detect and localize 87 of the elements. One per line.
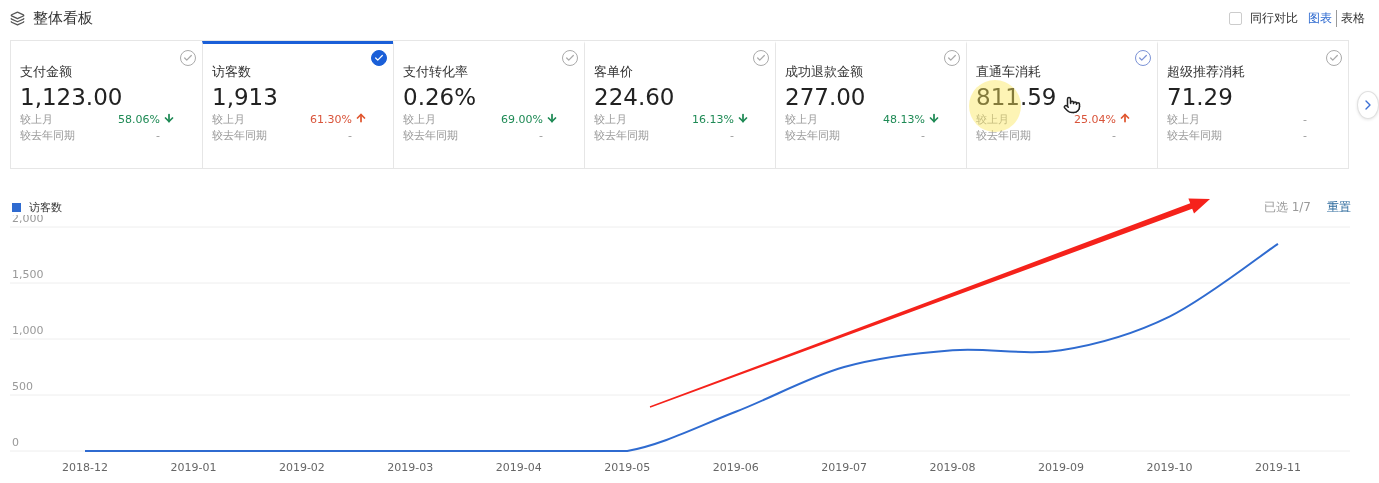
legend-swatch [12,202,21,212]
metric-value: 224.60 [594,83,675,112]
check-icon[interactable] [180,50,196,66]
y-tick-label: 1,500 [12,268,44,281]
compare-value: - [729,128,734,144]
metric-value: 71.29 [1167,83,1233,112]
compare-label: 较上月 [785,112,819,128]
compare-value: 25.04% [1073,112,1116,128]
compare-value: - [920,128,925,144]
metric-card[interactable]: 超级推荐消耗 71.29 较上月 - 较去年同期 - [1157,41,1348,168]
metric-label: 直通车消耗 [976,64,1042,80]
x-tick-label: 2019-07 [821,461,868,474]
check-icon[interactable] [1326,50,1342,66]
compare-value: - [1302,112,1307,128]
checkbox[interactable] [1229,11,1242,25]
arrow-up-icon [1119,112,1131,124]
x-tick-label: 2019-02 [278,461,325,474]
check-icon[interactable] [562,50,578,66]
compare-label: 较去年同期 [212,128,268,144]
x-tick-label: 2019-11 [1254,461,1301,474]
x-tick-label: 2019-10 [1146,461,1193,474]
panel-title: 整体看板 [33,8,93,28]
x-tick-label: 2019-04 [495,461,542,474]
metric-value: 277.00 [785,83,866,112]
compare-value: 58.06% [117,112,160,128]
compare-label: 较上月 [403,112,437,128]
compare-value: 61.30% [309,112,352,128]
metric-card[interactable]: 访客数 1,913 较上月 61.30% 较去年同期 - [202,41,393,168]
compare-label: 较去年同期 [1167,128,1223,144]
compare-label: 较上月 [1167,112,1201,128]
check-icon[interactable] [1135,50,1151,66]
arrow-up-icon [355,112,367,124]
compare-label: 较上月 [594,112,628,128]
check-icon[interactable] [944,50,960,66]
arrow-down-icon [546,112,558,124]
x-tick-label: 2019-01 [170,461,217,474]
compare-value: - [347,128,352,144]
compare-label: 较上月 [212,112,246,128]
metric-label: 超级推荐消耗 [1167,64,1246,80]
compare-value: - [1111,128,1116,144]
checkbox-label: 同行对比 [1250,9,1298,27]
x-tick-label: 2019-05 [604,461,651,474]
x-tick-label: 2018-12 [62,461,108,474]
compare-value: - [1302,128,1307,144]
legend-label: 访客数 [29,199,62,214]
compare-label: 较去年同期 [594,128,650,144]
metric-card[interactable]: 支付金额 1,123.00 较上月 58.06% 较去年同期 - [11,41,202,168]
metric-label: 支付转化率 [403,64,469,80]
metric-label: 成功退款金额 [785,64,864,80]
x-tick-label: 2019-06 [712,461,759,474]
y-tick-label: 0 [12,436,19,449]
view-toggle[interactable]: 表格 [1336,9,1369,27]
layers-icon [10,10,25,26]
check-icon[interactable] [753,50,769,66]
reset-link[interactable]: 重置 [1327,198,1351,216]
compare-value: - [538,128,543,144]
metric-card[interactable]: 支付转化率 0.26% 较上月 69.00% 较去年同期 - [393,41,584,168]
x-tick-label: 2019-08 [929,461,976,474]
arrow-down-icon [928,112,940,124]
compare-label: 较去年同期 [976,128,1032,144]
metric-card[interactable]: 客单价 224.60 较上月 16.13% 较去年同期 - [584,41,775,168]
x-tick-label: 2019-03 [387,461,434,474]
view-toggle[interactable]: 图表 [1304,9,1336,27]
hand-cursor-icon [1063,96,1081,114]
selection-count: 已选 1/7 [1263,198,1311,216]
compare-value: - [155,128,160,144]
next-button[interactable] [1357,90,1379,119]
metric-value: 1,913 [212,83,278,112]
x-tick-label: 2019-09 [1038,461,1085,474]
compare-label: 较上月 [20,112,54,128]
compare-label: 较去年同期 [403,128,459,144]
y-tick-label: 500 [12,380,33,393]
y-tick-label: 1,000 [12,324,44,337]
compare-label: 较去年同期 [785,128,841,144]
compare-value: 48.13% [882,112,925,128]
arrow-down-icon [737,112,749,124]
compare-value: 16.13% [691,112,734,128]
arrow-down-icon [163,112,175,124]
compare-value: 69.00% [500,112,543,128]
metric-label: 客单价 [594,64,634,80]
check-icon[interactable] [371,50,387,66]
metric-value: 1,123.00 [20,83,123,112]
metric-label: 访客数 [212,64,252,80]
compare-label: 较去年同期 [20,128,76,144]
metric-value: 0.26% [403,83,477,112]
metric-label: 支付金额 [20,64,73,80]
metric-card[interactable]: 成功退款金额 277.00 较上月 48.13% 较去年同期 - [775,41,966,168]
